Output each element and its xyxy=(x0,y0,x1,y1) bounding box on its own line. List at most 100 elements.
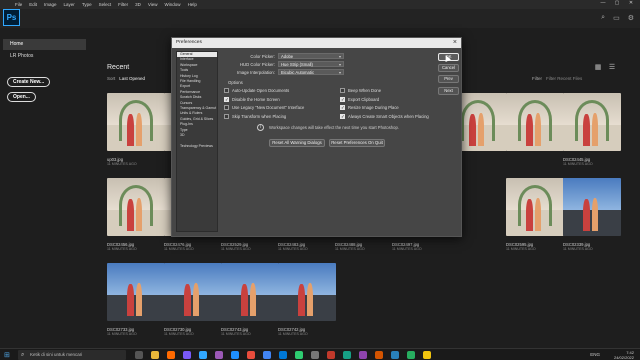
menu-item-type[interactable]: Type xyxy=(82,2,92,7)
language-indicator[interactable]: ENG xyxy=(590,352,600,357)
open-button[interactable]: Open... xyxy=(7,92,36,102)
sort-value[interactable]: Last Opened xyxy=(119,76,145,81)
layout-icon[interactable]: ▭ xyxy=(613,14,620,22)
interpolation-select[interactable]: Bicubic Automatic ▾ xyxy=(278,69,344,75)
close-button[interactable]: ✕ xyxy=(624,0,638,6)
maximize-button[interactable]: ▢ xyxy=(610,0,624,6)
reset-warnings-button[interactable]: Reset All Warning Dialogs xyxy=(269,139,325,147)
app-icon[interactable] xyxy=(359,351,367,359)
minimize-button[interactable]: — xyxy=(596,0,610,6)
recent-file-thumbnail[interactable] xyxy=(107,178,165,236)
checkbox-icon[interactable]: ✓ xyxy=(340,105,345,110)
menu-item-edit[interactable]: Edit xyxy=(29,2,37,7)
settings-icon[interactable]: ⚙ xyxy=(628,14,634,22)
taskbar-search-input[interactable]: ⌕ Ketik di sini untuk mencari xyxy=(18,350,126,360)
sidebar-item-lr-photos[interactable]: LR Photos xyxy=(3,51,86,62)
recent-file-caption[interactable]: DSC02743.jpg 11 MINUTES AGO xyxy=(221,327,251,337)
app-icon[interactable] xyxy=(391,351,399,359)
media-encoder-icon[interactable] xyxy=(215,351,223,359)
checkbox-icon[interactable] xyxy=(224,88,229,93)
option-checkbox[interactable]: ✓ Export Clipboard xyxy=(340,96,379,102)
checkbox-icon[interactable] xyxy=(224,113,229,119)
illustrator-icon[interactable] xyxy=(167,351,175,359)
photoshop-taskbar-icon[interactable] xyxy=(199,351,207,359)
edge-icon[interactable] xyxy=(279,351,287,359)
recent-file-caption[interactable]: DSC02529.jpg 11 MINUTES AGO xyxy=(221,242,251,252)
dialog-close-icon[interactable]: × xyxy=(453,38,457,48)
recent-file-caption[interactable]: DSC02476.jpg 11 MINUTES AGO xyxy=(164,242,194,252)
app-icon[interactable] xyxy=(407,351,415,359)
option-checkbox[interactable]: ✓ Always Create Smart Objects when Placin… xyxy=(340,113,429,119)
chrome-icon[interactable] xyxy=(263,351,271,359)
checkbox-icon[interactable] xyxy=(224,105,229,110)
recent-file-thumbnail[interactable] xyxy=(107,93,165,151)
checkbox-icon[interactable]: ✓ xyxy=(340,113,345,119)
checkbox-icon[interactable]: ✓ xyxy=(224,96,229,102)
filter-input[interactable]: Filter Recent Files xyxy=(546,76,582,81)
app-icon[interactable] xyxy=(375,351,383,359)
recent-file-caption[interactable]: DSC02456.jpg 11 MINUTES AGO xyxy=(107,242,137,252)
recent-file-caption[interactable]: DSC02339.jpg 11 MINUTES AGO xyxy=(563,242,593,252)
cancel-button[interactable]: Cancel xyxy=(438,64,459,72)
option-checkbox[interactable]: Beep When Done xyxy=(340,88,381,93)
next-button[interactable]: Next xyxy=(438,87,459,95)
app-icon[interactable] xyxy=(423,351,431,359)
premiere-icon[interactable] xyxy=(183,351,191,359)
recent-file-thumbnail[interactable] xyxy=(506,93,564,151)
app-icon[interactable] xyxy=(311,351,319,359)
filter-row[interactable]: Filter Filter Recent Files xyxy=(532,76,582,81)
checkbox-icon[interactable] xyxy=(340,88,345,93)
reset-preferences-button[interactable]: Reset Preferences On Quit xyxy=(329,139,385,147)
search-icon[interactable]: ⌕ xyxy=(601,14,605,22)
prev-button[interactable]: Prev xyxy=(438,75,459,83)
recent-file-caption[interactable]: DSC02733.jpg 11 MINUTES AGO xyxy=(107,327,137,337)
menu-item-help[interactable]: Help xyxy=(188,2,197,7)
app-icon[interactable] xyxy=(327,351,335,359)
recent-file-thumbnail[interactable] xyxy=(278,263,336,321)
option-checkbox[interactable]: ✓ Disable the Home Screen xyxy=(224,96,280,102)
photoshop-logo[interactable]: Ps xyxy=(3,9,20,26)
lightroom-icon[interactable] xyxy=(231,351,239,359)
checkbox-icon[interactable]: ✓ xyxy=(340,96,345,102)
recent-file-thumbnail[interactable] xyxy=(107,263,165,321)
task-view-icon[interactable] xyxy=(135,351,143,359)
recent-file-caption[interactable]: up03.jpg 11 MINUTES AGO xyxy=(107,157,137,167)
menu-item-select[interactable]: Select xyxy=(99,2,112,7)
firefox-icon[interactable] xyxy=(247,351,255,359)
recent-file-caption[interactable]: DSC02445.jpg 11 MINUTES AGO xyxy=(563,157,593,167)
menu-item-view[interactable]: View xyxy=(148,2,158,7)
create-new-button[interactable]: Create New... xyxy=(7,77,51,87)
grid-view-icon[interactable]: ▦ xyxy=(593,63,603,72)
menu-item-filter[interactable]: Filter xyxy=(118,2,128,7)
recent-file-thumbnail[interactable] xyxy=(563,178,621,236)
recent-file-caption[interactable]: DSC02595.jpg 11 MINUTES AGO xyxy=(506,242,536,252)
option-checkbox[interactable]: ✓ Resize Image During Place xyxy=(340,105,399,110)
file-explorer-icon[interactable] xyxy=(151,351,159,359)
windows-start-icon[interactable]: ⊞ xyxy=(4,351,10,359)
preferences-nav-item[interactable]: Technology Previews xyxy=(177,144,217,149)
recent-file-caption[interactable]: DSC02742.jpg 11 MINUTES AGO xyxy=(278,327,308,337)
recent-file-thumbnail[interactable] xyxy=(506,178,564,236)
recent-file-thumbnail[interactable] xyxy=(563,93,621,151)
color-picker-select[interactable]: Adobe ▾ xyxy=(278,53,344,59)
recent-file-thumbnail[interactable] xyxy=(221,263,279,321)
option-checkbox[interactable]: Auto-Update Open Documents xyxy=(224,88,289,93)
sidebar-item-home[interactable]: Home xyxy=(3,39,86,50)
app-icon[interactable] xyxy=(343,351,351,359)
hud-select[interactable]: Hue Strip (Small) ▾ xyxy=(278,61,344,67)
list-view-icon[interactable]: ☰ xyxy=(607,63,617,72)
app-icon[interactable] xyxy=(295,351,303,359)
option-checkbox[interactable]: Use Legacy "New Document" Interface xyxy=(224,105,304,110)
recent-file-caption[interactable]: DSC02483.jpg 11 MINUTES AGO xyxy=(278,242,308,252)
sort-row[interactable]: Sort Last Opened xyxy=(107,76,145,81)
clock[interactable]: 7:42 24/02/2022 xyxy=(614,350,634,360)
menu-item-layer[interactable]: Layer xyxy=(64,2,75,7)
menu-item-image[interactable]: Image xyxy=(44,2,57,7)
recent-file-caption[interactable]: DSC02497.jpg 11 MINUTES AGO xyxy=(392,242,422,252)
menu-item-file[interactable]: File xyxy=(15,2,22,7)
option-checkbox[interactable]: Skip Transform when Placing xyxy=(224,113,286,119)
recent-file-caption[interactable]: DSC02730.jpg 11 MINUTES AGO xyxy=(164,327,194,337)
menu-item-3d[interactable]: 3D xyxy=(135,2,141,7)
menu-item-window[interactable]: Window xyxy=(165,2,181,7)
recent-file-caption[interactable]: DSC02488.jpg 11 MINUTES AGO xyxy=(335,242,365,252)
